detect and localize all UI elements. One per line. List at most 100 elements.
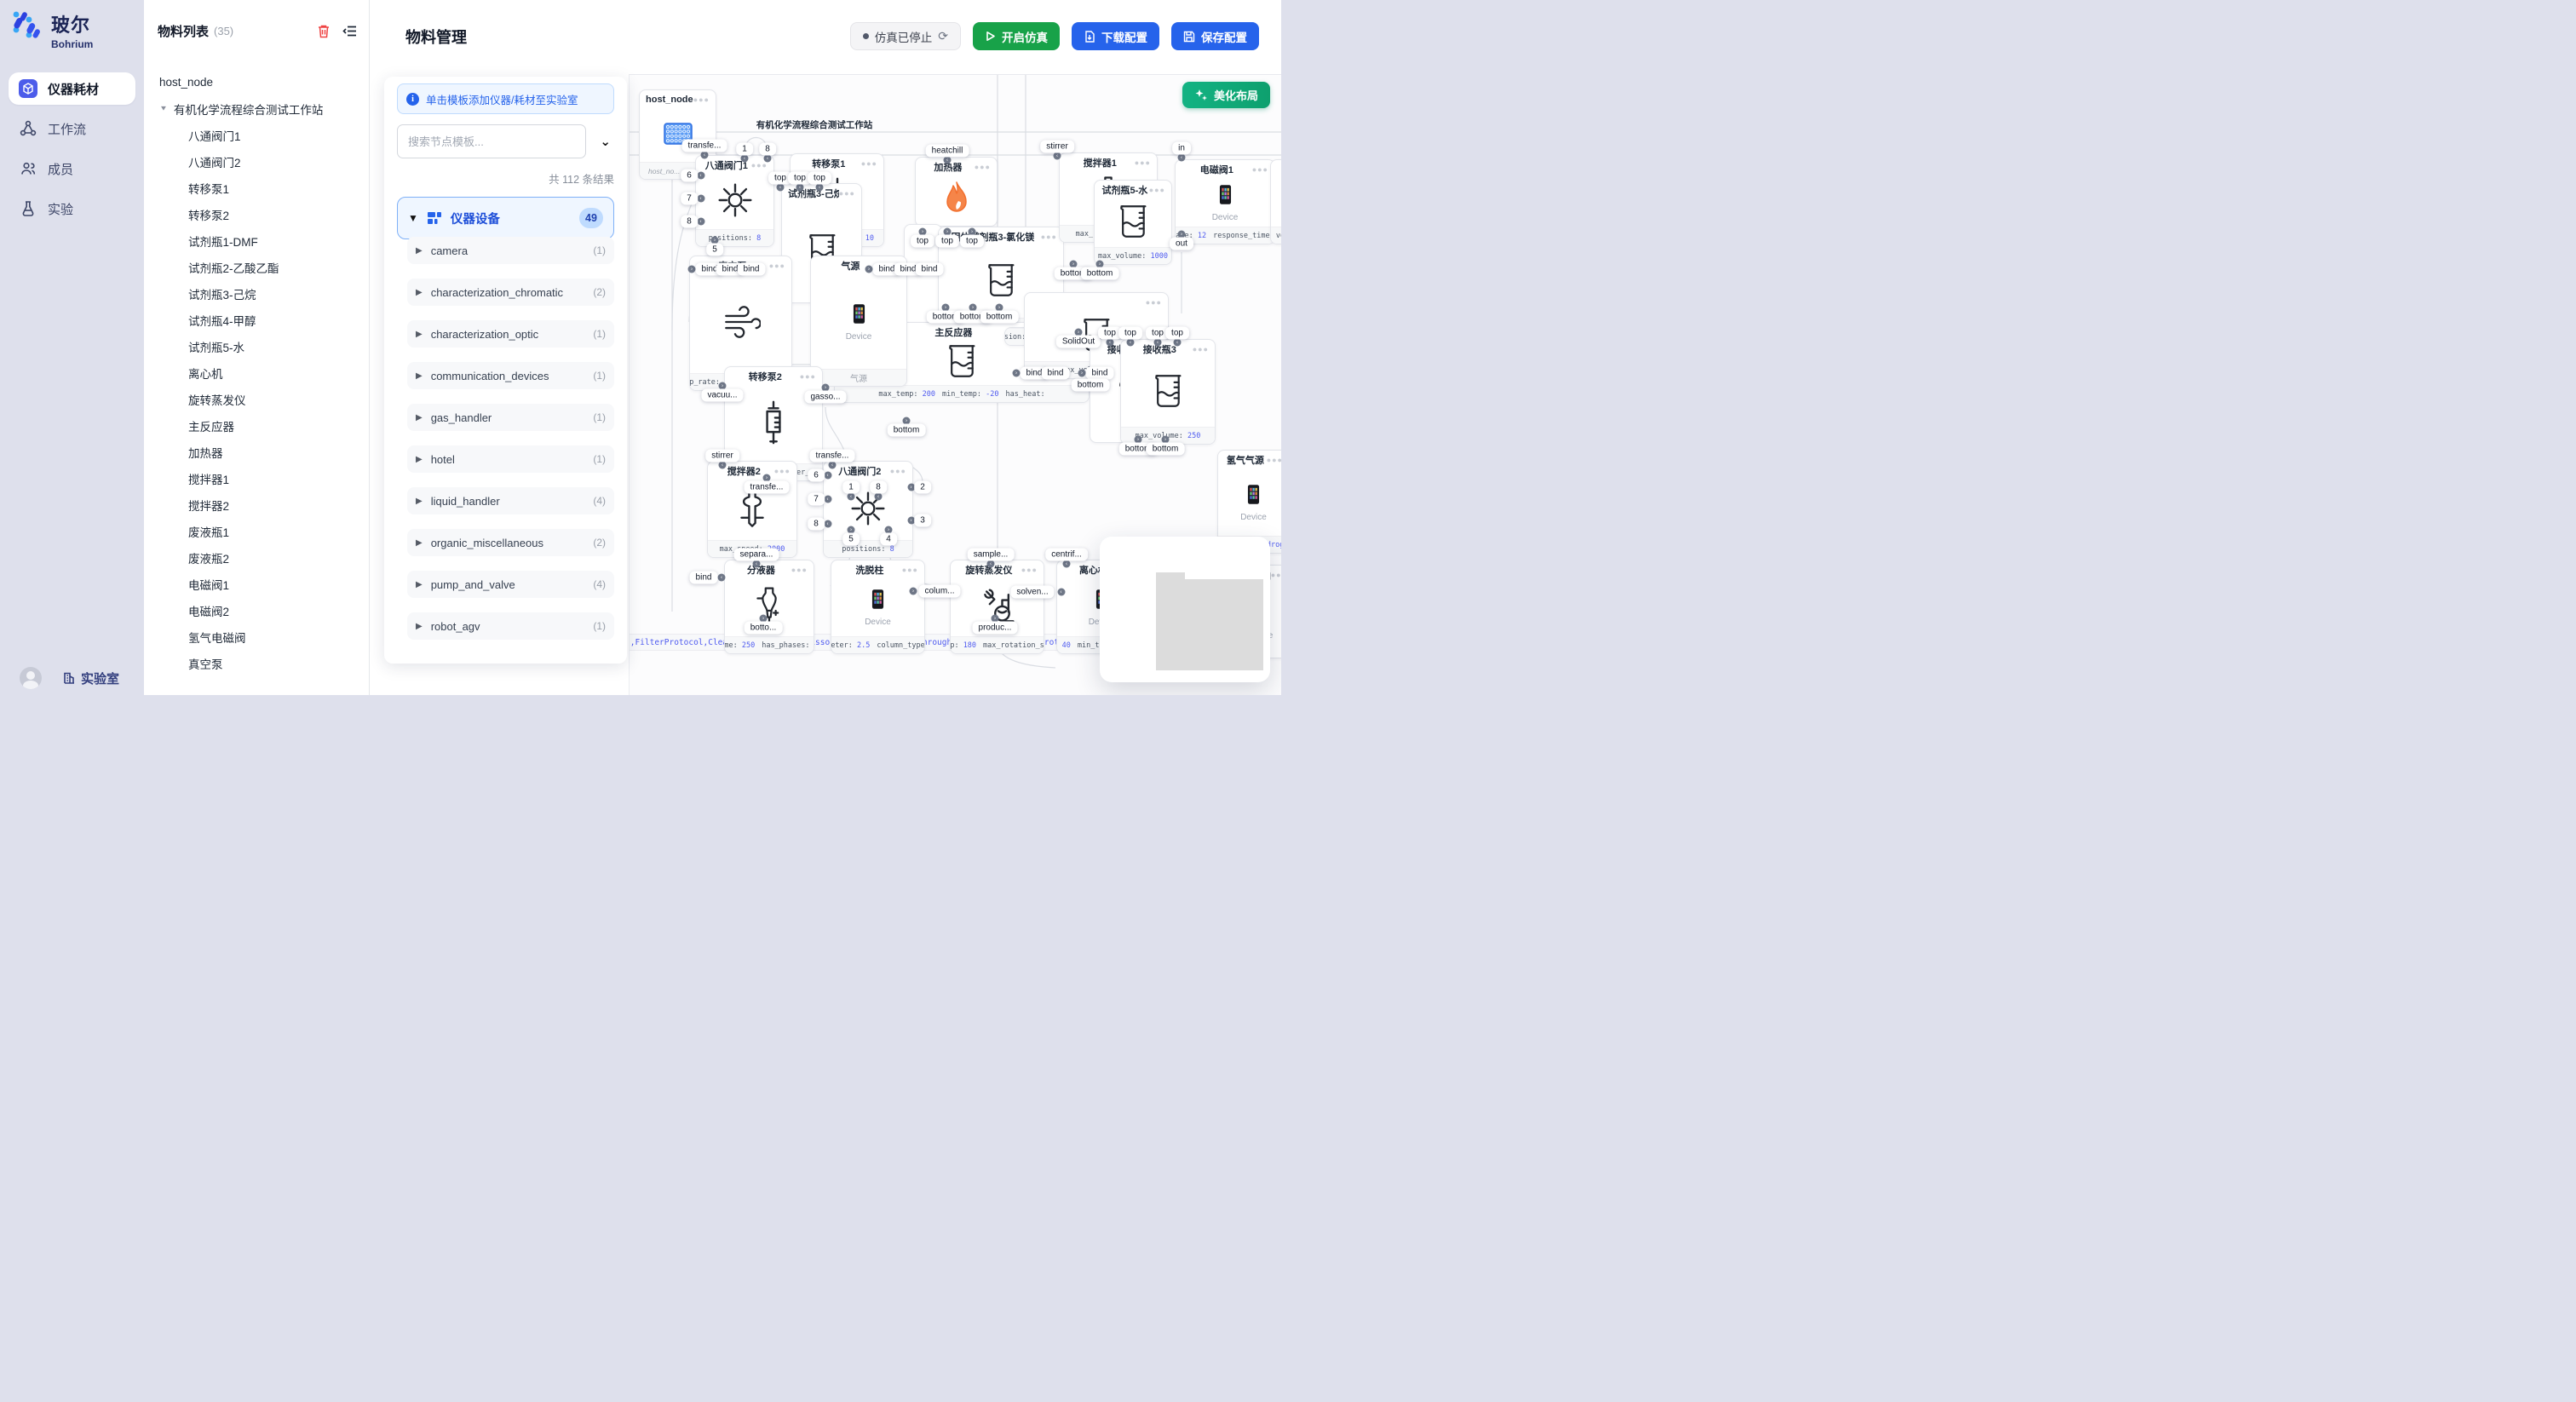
port-1[interactable]: 1	[736, 143, 753, 156]
port-connector-icon[interactable]: ›	[1013, 370, 1021, 377]
node-menu-icon[interactable]: ●●●	[1041, 233, 1057, 241]
material-item[interactable]: 八通阀门2	[144, 148, 369, 175]
port-connector-icon[interactable]: ‹	[697, 172, 704, 180]
port-heatchill[interactable]: heatchill	[926, 145, 969, 158]
node-menu-icon[interactable]: ●●●	[769, 261, 785, 270]
port-connector-icon[interactable]: ‹	[718, 574, 726, 582]
port-connector-icon[interactable]: ‹	[741, 155, 749, 163]
port-6[interactable]: 6	[681, 170, 698, 182]
port-bottom[interactable]: bottom	[980, 311, 1019, 324]
port-bind[interactable]: bind	[1042, 367, 1070, 380]
port-transfe[interactable]: transfe...	[810, 450, 855, 463]
port-connector-icon[interactable]: ›	[688, 266, 696, 273]
sidebar-item-instruments[interactable]: 仪器耗材	[9, 72, 135, 105]
canvas-node-试剂瓶5-水[interactable]: 试剂瓶5-水●●●max_volume: 1000	[1094, 180, 1172, 265]
port-SolidOut[interactable]: SolidOut	[1056, 336, 1101, 348]
port-connector-icon[interactable]: ‹	[944, 157, 952, 164]
port-7[interactable]: 7	[808, 493, 825, 506]
port-connector-icon[interactable]: ‹	[824, 472, 831, 480]
tree-group-workstation[interactable]: ▼有机化学流程综合测试工作站	[144, 95, 369, 122]
port-connector-icon[interactable]: ‹	[829, 462, 837, 469]
port-connector-icon[interactable]: ‹	[764, 155, 772, 163]
port-solven[interactable]: solven...	[1010, 586, 1054, 599]
port-connector-icon[interactable]: ‹	[824, 520, 831, 528]
port-bind[interactable]: bind	[738, 263, 766, 276]
port-separa[interactable]: separa...	[734, 549, 779, 561]
collapse-list-icon[interactable]	[342, 25, 357, 37]
material-item[interactable]: 八通阀门1	[144, 122, 369, 148]
port-connector-icon[interactable]: ›	[1078, 370, 1086, 377]
port-bind[interactable]: bind	[916, 263, 944, 276]
port-sample[interactable]: sample...	[968, 549, 1015, 561]
node-menu-icon[interactable]: ●●●	[975, 163, 991, 171]
canvas-node-加热器[interactable]: 加热器●●●	[915, 157, 998, 227]
port-botto[interactable]: botto...	[745, 622, 783, 635]
port-7[interactable]: 7	[681, 192, 698, 205]
port-connector-icon[interactable]: ‹	[777, 184, 785, 192]
port-connector-icon[interactable]: ‹	[824, 496, 831, 503]
port-5[interactable]: 5	[706, 244, 723, 256]
port-connector-icon[interactable]: ‹	[719, 462, 727, 469]
port-in[interactable]: in	[1172, 142, 1191, 155]
sidebar-item-members[interactable]: 成员	[9, 152, 135, 185]
category-group-instruments[interactable]: ▼ 仪器设备 49	[397, 197, 614, 239]
port-connector-icon[interactable]: ‹	[1054, 152, 1061, 160]
node-menu-icon[interactable]: ●●●	[890, 467, 906, 475]
port-connector-icon[interactable]: ‹	[987, 560, 995, 568]
port-5[interactable]: 5	[842, 533, 860, 546]
canvas-node-洗脱柱[interactable]: 洗脱柱●●●Devicediameter: 2.5column_type: si	[831, 560, 925, 654]
port-connector-icon[interactable]: ‹	[796, 184, 804, 192]
avatar[interactable]	[20, 667, 42, 689]
node-menu-icon[interactable]: ●●●	[1267, 456, 1281, 464]
template-category-gas_handler[interactable]: ▶gas_handler(1)	[407, 404, 614, 431]
port-connector-icon[interactable]: ‹	[701, 152, 709, 159]
node-menu-icon[interactable]: ●●●	[1193, 345, 1209, 353]
node-menu-icon[interactable]: ●●●	[1146, 298, 1162, 307]
port-bottom[interactable]: bottom	[1072, 379, 1110, 392]
node-menu-icon[interactable]: ●●●	[800, 372, 816, 381]
simulation-status-pill[interactable]: 仿真已停止 ⟳	[850, 22, 961, 50]
node-menu-icon[interactable]: ●●●	[861, 159, 877, 168]
lab-switcher[interactable]: 实验室	[62, 669, 119, 687]
port-6[interactable]: 6	[808, 469, 825, 482]
port-3[interactable]: 3	[914, 514, 931, 527]
material-item[interactable]: 转移泵2	[144, 201, 369, 227]
canvas-node-接收瓶3[interactable]: 接收瓶3●●●max_volume: 250	[1120, 339, 1216, 445]
material-item[interactable]: 离心机	[144, 359, 369, 386]
material-item[interactable]: 试剂瓶1-DMF	[144, 227, 369, 254]
port-connector-icon[interactable]: ‹	[875, 493, 883, 501]
port-out[interactable]: out	[1170, 238, 1193, 250]
material-item[interactable]: 试剂瓶5-水	[144, 333, 369, 359]
start-simulation-button[interactable]: 开启仿真	[973, 22, 1060, 50]
port-1[interactable]: 1	[842, 481, 860, 494]
port-connector-icon[interactable]: ‹	[1154, 339, 1162, 347]
canvas-node-八通阀门1[interactable]: 八通阀门1●●●positions: 8	[695, 155, 774, 247]
node-menu-icon[interactable]: ●●●	[693, 95, 710, 104]
canvas-node-搅拌器2[interactable]: 搅拌器2●●●max_speed: 2000	[707, 461, 797, 558]
port-connector-icon[interactable]: ‹	[697, 218, 704, 226]
port-transfe[interactable]: transfe...	[745, 481, 790, 494]
port-connector-icon[interactable]: ‹	[753, 560, 761, 568]
port-gasso[interactable]: gasso...	[804, 391, 846, 404]
port-top[interactable]: top	[1165, 327, 1189, 340]
node-menu-icon[interactable]: ●●●	[1135, 158, 1151, 167]
material-item[interactable]: 真空泵	[144, 650, 369, 676]
node-menu-icon[interactable]: ●●●	[1252, 165, 1268, 174]
port-vacuu[interactable]: vacuu...	[701, 389, 743, 402]
canvas-node-分液器[interactable]: 分液器●●●volume: 250has_phases: true	[724, 560, 814, 654]
template-category-pump_and_valve[interactable]: ▶pump_and_valve(4)	[407, 571, 614, 598]
canvas-node-旋转蒸发仪[interactable]: 旋转蒸发仪●●●temp: 180max_rotation_spe:	[950, 560, 1044, 654]
port-stirrer[interactable]: stirrer	[1040, 141, 1074, 153]
material-item[interactable]: 电磁阀2	[144, 597, 369, 623]
port-connector-icon[interactable]: ›	[910, 588, 917, 595]
material-item[interactable]: 主反应器	[144, 412, 369, 439]
node-menu-icon[interactable]: ●●●	[791, 566, 808, 574]
template-category-liquid_handler[interactable]: ▶liquid_handler(4)	[407, 487, 614, 514]
port-top[interactable]: top	[960, 235, 984, 248]
trash-icon[interactable]	[317, 24, 331, 38]
panel-collapse-chevron-icon[interactable]: ⌄	[600, 134, 611, 149]
material-item[interactable]: 加热器	[144, 439, 369, 465]
material-item[interactable]: 废液瓶1	[144, 518, 369, 544]
port-connector-icon[interactable]: ‹	[1127, 339, 1135, 347]
material-item[interactable]: 氢气电磁阀	[144, 623, 369, 650]
